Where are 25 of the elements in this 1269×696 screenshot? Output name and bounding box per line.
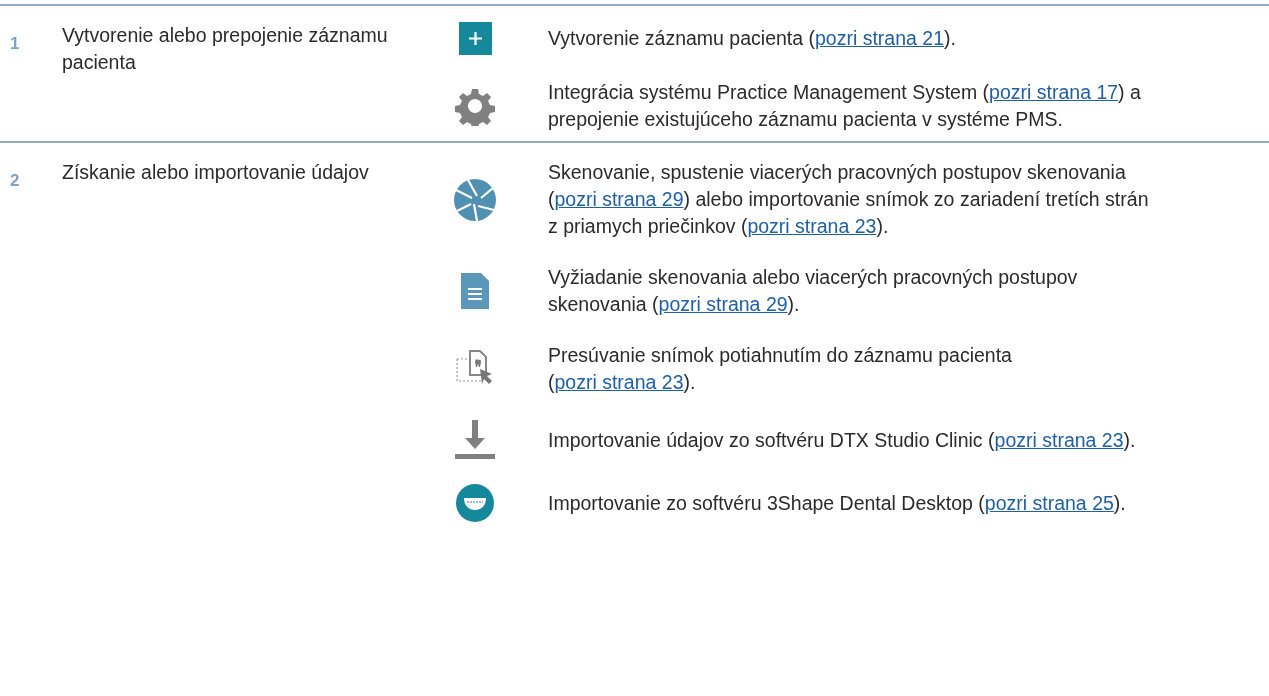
description: Skenovanie, spustenie viacerých pracovných postupov skenovania (pozri strana 29) alebo importovanie snímok zo zariadení tretích strán z priamych priečinkov (pozri strana 23). — [548, 161, 1149, 237]
document-icon — [461, 273, 489, 309]
step-number: 2 — [10, 171, 20, 190]
step-number: 1 — [10, 34, 20, 53]
gear-icon — [455, 86, 495, 126]
teeth-icon — [456, 484, 494, 522]
plus-icon — [458, 22, 492, 55]
description: Integrácia systému Practice Management System (pozri strana 17) a prepojenie existujúceho záznamu pacienta v systéme PMS. — [548, 81, 1141, 130]
page-link[interactable]: pozri strana 29 — [658, 293, 788, 315]
page-link[interactable]: pozri strana 23 — [747, 215, 877, 237]
page-link[interactable]: pozri strana 17 — [989, 81, 1119, 103]
description: Importovanie zo softvéru 3Shape Dental Desktop (pozri strana 25). — [548, 491, 1126, 514]
page-link[interactable]: pozri strana 23 — [554, 371, 684, 393]
description: Importovanie údajov zo softvéru DTX Studio Clinic (pozri strana 23). — [548, 428, 1136, 451]
description: Presúvanie snímok potiahnutím do záznamu pacienta (pozri strana 23). — [548, 344, 1012, 393]
download-icon — [453, 420, 497, 460]
step-title: Vytvorenie alebo prepojenie záznamu pacienta — [62, 24, 388, 73]
page-link[interactable]: pozri strana 21 — [815, 27, 944, 49]
description: Vyžiadanie skenovania alebo viacerých pracovných postupov skenovania (pozri strana 29). — [548, 266, 1078, 315]
page-link[interactable]: pozri strana 23 — [994, 428, 1124, 451]
description: Vytvorenie záznamu pacienta (pozri strana 21). — [548, 27, 956, 49]
step-title: Získanie alebo importovanie údajov — [62, 161, 369, 183]
page-link[interactable]: pozri strana 29 — [554, 188, 684, 210]
aperture-icon — [453, 177, 497, 222]
page-link[interactable]: pozri strana 25 — [984, 491, 1114, 514]
